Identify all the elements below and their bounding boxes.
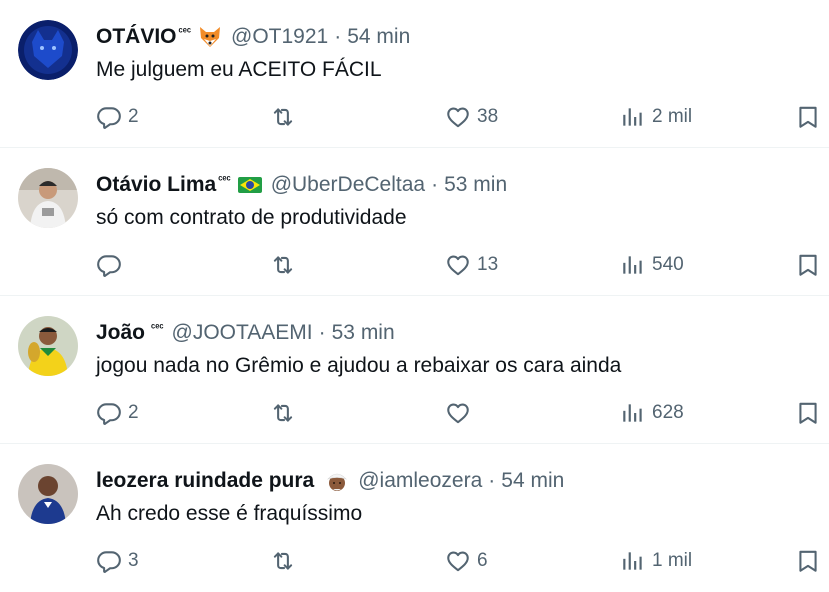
- like-count: 6: [477, 550, 488, 571]
- tweet[interactable]: leozera ruindade pura @iamleozera · 54 m…: [0, 444, 829, 592]
- retweet-icon: [270, 548, 296, 574]
- timestamp[interactable]: 54 min: [501, 469, 564, 493]
- like-icon: [445, 400, 471, 426]
- retweet-icon: [270, 252, 296, 278]
- tweet-text: jogou nada no Grêmio e ajudou a rebaixar…: [96, 354, 622, 377]
- avatar[interactable]: [18, 20, 78, 80]
- bookmark-button[interactable]: [795, 102, 821, 132]
- handle[interactable]: @iamleozera: [358, 469, 482, 493]
- like-icon: [445, 104, 471, 130]
- views-icon: [620, 400, 646, 426]
- reply-icon: [96, 104, 122, 130]
- reply-button[interactable]: 2: [96, 102, 139, 132]
- bookmark-icon: [795, 548, 821, 574]
- tweet-text: Ah credo esse é fraquíssimo: [96, 502, 363, 525]
- views-button[interactable]: 2 mil: [620, 102, 692, 132]
- reply-button[interactable]: 2: [96, 398, 139, 428]
- timestamp[interactable]: 54 min: [347, 25, 410, 49]
- display-name[interactable]: leozera ruindade pura: [96, 469, 314, 493]
- handle[interactable]: @UberDeCeltaa: [271, 173, 425, 197]
- name-suffix: ᶜᵉᶜ: [178, 26, 192, 38]
- bookmark-icon: [795, 104, 821, 130]
- views-count: 1 mil: [652, 550, 693, 571]
- handle[interactable]: @OT1921: [231, 25, 328, 49]
- like-button[interactable]: 38: [445, 102, 498, 132]
- retweet-icon: [270, 104, 296, 130]
- bookmark-icon: [795, 252, 821, 278]
- views-icon: [620, 252, 646, 278]
- retweet-icon: [270, 400, 296, 426]
- tweet[interactable]: OTÁVIO ᶜᵉᶜ @OT1921 · 54 min Me julguem e…: [0, 0, 829, 148]
- like-icon: [445, 548, 471, 574]
- bookmark-button[interactable]: [795, 398, 821, 428]
- like-icon: [445, 252, 471, 278]
- display-name[interactable]: OTÁVIO: [96, 25, 177, 49]
- views-count: 628: [652, 402, 684, 423]
- tweet-text: só com contrato de produtividade: [96, 206, 407, 229]
- views-count: 2 mil: [652, 106, 693, 127]
- reply-icon: [96, 400, 122, 426]
- timestamp[interactable]: 53 min: [444, 173, 507, 197]
- reply-icon: [96, 252, 122, 278]
- brazil-flag-icon: [237, 172, 263, 198]
- tweet-header: leozera ruindade pura @iamleozera · 54 m…: [96, 467, 564, 495]
- views-icon: [620, 104, 646, 130]
- reply-button[interactable]: [96, 250, 128, 280]
- reply-icon: [96, 548, 122, 574]
- tweet-header: Otávio Lima ᶜᵉᶜ @UberDeCeltaa · 53 min: [96, 171, 507, 199]
- bookmark-icon: [795, 400, 821, 426]
- name-suffix: ᶜᵉᶜ: [218, 174, 231, 186]
- tweet[interactable]: Otávio Lima ᶜᵉᶜ @UberDeCeltaa · 53 min s…: [0, 148, 829, 296]
- name-suffix: ᶜᵉᶜ: [151, 322, 164, 334]
- bookmark-button[interactable]: [795, 250, 821, 280]
- display-name[interactable]: João: [96, 321, 145, 345]
- views-count: 540: [652, 254, 684, 275]
- retweet-button[interactable]: [270, 398, 302, 428]
- reply-feed: OTÁVIO ᶜᵉᶜ @OT1921 · 54 min Me julguem e…: [0, 0, 829, 573]
- retweet-button[interactable]: [270, 250, 302, 280]
- reply-count: 3: [128, 550, 139, 571]
- reply-count: 2: [128, 402, 139, 423]
- tweet-header: João ᶜᵉᶜ @JOOTAAEMI · 53 min: [96, 319, 395, 347]
- views-button[interactable]: 540: [620, 250, 684, 280]
- separator: ·: [431, 173, 439, 196]
- reply-count: 2: [128, 106, 139, 127]
- tweet-header: OTÁVIO ᶜᵉᶜ @OT1921 · 54 min: [96, 23, 410, 51]
- views-icon: [620, 548, 646, 574]
- display-name[interactable]: Otávio Lima: [96, 173, 216, 197]
- separator: ·: [318, 321, 326, 344]
- retweet-button[interactable]: [270, 102, 302, 132]
- tweet-text: Me julguem eu ACEITO FÁCIL: [96, 58, 382, 81]
- handle[interactable]: @JOOTAAEMI: [172, 321, 313, 345]
- tweet[interactable]: João ᶜᵉᶜ @JOOTAAEMI · 53 min jogou nada …: [0, 296, 829, 444]
- person-white-turban-icon: [324, 468, 350, 494]
- separator: ·: [488, 469, 496, 492]
- timestamp[interactable]: 53 min: [332, 321, 395, 345]
- avatar[interactable]: [18, 168, 78, 228]
- fox-emoji-icon: [197, 24, 223, 50]
- like-count: 38: [477, 106, 499, 127]
- avatar[interactable]: [18, 316, 78, 376]
- separator: ·: [334, 25, 342, 48]
- like-count: 13: [477, 254, 499, 275]
- like-button[interactable]: 13: [445, 250, 498, 280]
- avatar[interactable]: [18, 464, 78, 524]
- views-button[interactable]: 628: [620, 398, 684, 428]
- like-button[interactable]: [445, 398, 477, 428]
